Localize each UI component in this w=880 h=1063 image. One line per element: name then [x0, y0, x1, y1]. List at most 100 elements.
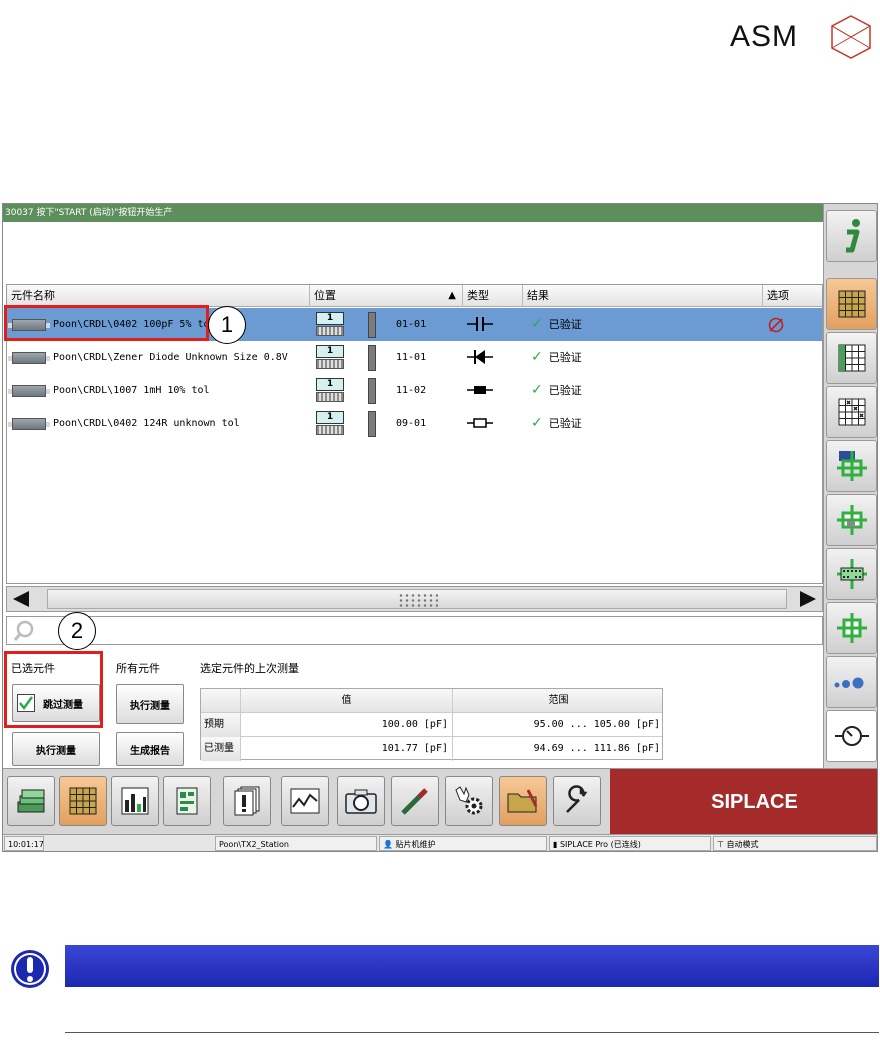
column-header-position-label: 位置 [314, 289, 336, 302]
search-input[interactable] [39, 619, 814, 642]
feeder-slot-icon [368, 378, 376, 404]
feeder-icon: 1 [316, 378, 344, 404]
component-position: 09-01 [396, 418, 427, 429]
toolbar-camera-button[interactable] [337, 776, 385, 826]
status-connection-label: SIPLACE Pro (已连线) [559, 840, 641, 849]
feeder-slot-icon [368, 345, 376, 371]
scroll-right-icon[interactable] [798, 590, 818, 608]
status-bar: 10:01:17 Poon\TX2_Station 👤 贴片机维护 ▮ SIPL… [3, 834, 877, 851]
scrollbar-thumb[interactable] [47, 589, 787, 609]
search-icon [13, 620, 34, 641]
result-text: 已验证 [548, 417, 582, 430]
asm-logo-text: ASM [730, 20, 799, 53]
sidebar-components-button[interactable] [826, 278, 877, 330]
board-icon [176, 787, 198, 815]
toolbar-service-button[interactable] [553, 776, 601, 826]
toolbar-warnings-button[interactable] [223, 776, 271, 826]
toolbar-machine-setup-button[interactable] [445, 776, 493, 826]
measurement-table: 值 范围 预期 100.00 [pF] 95.00 ... 105.00 [pF… [200, 688, 663, 761]
measurement-row-expected: 预期 100.00 [pF] 95.00 ... 105.00 [pF] [201, 713, 662, 737]
sidebar-info-button[interactable] [826, 210, 877, 262]
inductor-symbol-icon [467, 386, 493, 394]
table-row[interactable]: Poon\CRDL\1007 1mH 10% tol 1 11-02 ✓ 已验证 [7, 374, 822, 407]
column-header-options[interactable]: 选项 [763, 285, 824, 307]
blobs-icon [834, 677, 863, 689]
sidebar-components-failed-button[interactable] [826, 386, 877, 438]
stack-icon [17, 789, 45, 813]
column-header-result[interactable]: 结果 [523, 285, 763, 307]
chart-icon [290, 788, 320, 814]
bar-levels-icon [121, 787, 149, 815]
components-grid-x-icon [838, 398, 865, 426]
sidebar-nozzle-button[interactable] [826, 656, 877, 708]
row-label: 已测量 [201, 737, 241, 761]
sidebar-components-verified-button[interactable] [826, 332, 877, 384]
not-allowed-icon[interactable] [767, 316, 785, 334]
asm-logo-icon [831, 15, 871, 59]
component-thumbnail-icon [8, 385, 50, 397]
feeder-slot-icon [368, 411, 376, 437]
message-area [3, 222, 823, 284]
table-row[interactable]: Poon\CRDL\Zener Diode Unknown Size 0.8V … [7, 341, 822, 374]
mode-icon: ⊤ [717, 840, 724, 849]
feeder-icon: 1 [316, 411, 344, 437]
siplace-window: 30037 按下"START (启动)"按钮开始生产 元件名称 位置 ▲ 类型 … [2, 203, 878, 852]
board-pcb-icon [836, 559, 867, 589]
toolbar-tool-button[interactable] [391, 776, 439, 826]
component-name: Poon\CRDL\0402 124R unknown tol [53, 418, 240, 429]
expected-range: 95.00 ... 105.00 [pF] [533, 719, 660, 730]
toolbar-board-button[interactable] [163, 776, 211, 826]
timer-gauge-icon [834, 726, 869, 746]
sidebar-placement-button[interactable] [826, 494, 877, 546]
toolbar-components-button[interactable] [59, 776, 107, 826]
column-header-position[interactable]: 位置 ▲ [310, 285, 463, 307]
feeder-slot-icon [368, 312, 376, 338]
sidebar-target-button[interactable] [826, 602, 877, 654]
toolbar-stack-button[interactable] [7, 776, 55, 826]
note-banner [65, 945, 879, 987]
generate-report-button[interactable]: 生成报告 [116, 732, 184, 766]
toolbar-levels-button[interactable] [111, 776, 159, 826]
hand-gear-icon [455, 786, 483, 815]
diode-symbol-icon [467, 350, 493, 364]
tool-icon [401, 788, 428, 815]
verified-check-icon: ✓ [531, 382, 543, 398]
sidebar-timer-button[interactable] [826, 710, 877, 762]
table-row[interactable]: Poon\CRDL\0402 124R unknown tol 1 09-01 … [7, 407, 822, 440]
table-header: 元件名称 位置 ▲ 类型 结果 选项 [7, 285, 822, 307]
feeder-icon: 1 [316, 345, 344, 371]
execute-measurement-all-button[interactable]: 执行测量 [116, 684, 184, 724]
execute-measurement-selected-button[interactable]: 执行测量 [12, 732, 100, 766]
bottom-toolbar: SIPLACE [3, 768, 877, 835]
info-icon [845, 219, 860, 253]
measured-value: 101.77 [pF] [241, 737, 453, 761]
components-grid-check-icon [838, 344, 865, 372]
column-header-type[interactable]: 类型 [463, 285, 523, 307]
capacitor-symbol-icon [467, 317, 493, 331]
component-position: 01-01 [396, 319, 427, 330]
measured-range: 94.69 ... 111.86 [pF] [533, 743, 660, 754]
toolbar-chart-button[interactable] [281, 776, 329, 826]
exclamation-icon [11, 950, 49, 988]
callout-highlight-2 [4, 651, 103, 728]
warning-docs-icon [234, 786, 260, 816]
resistor-symbol-icon [467, 418, 493, 428]
server-icon: ▮ [553, 840, 558, 849]
components-grid-icon [838, 290, 865, 318]
sidebar-board-button[interactable] [826, 548, 877, 600]
user-icon: 👤 [383, 840, 393, 849]
right-sidebar [823, 204, 877, 768]
toolbar-folder-button[interactable] [499, 776, 547, 826]
horizontal-scrollbar[interactable] [6, 586, 823, 612]
folder-icon [507, 789, 538, 813]
status-connection: ▮ SIPLACE Pro (已连线) [549, 836, 711, 851]
siplace-brand: SIPLACE [610, 769, 877, 835]
row-label: 预期 [201, 713, 241, 737]
sidebar-feeder-pickup-button[interactable] [826, 440, 877, 492]
component-position: 11-01 [396, 352, 427, 363]
grip-icon [398, 593, 438, 607]
status-time: 10:01:17 [4, 836, 44, 851]
scroll-left-icon[interactable] [11, 590, 31, 608]
wrench-icon [566, 785, 588, 813]
column-header-name[interactable]: 元件名称 [7, 285, 310, 307]
